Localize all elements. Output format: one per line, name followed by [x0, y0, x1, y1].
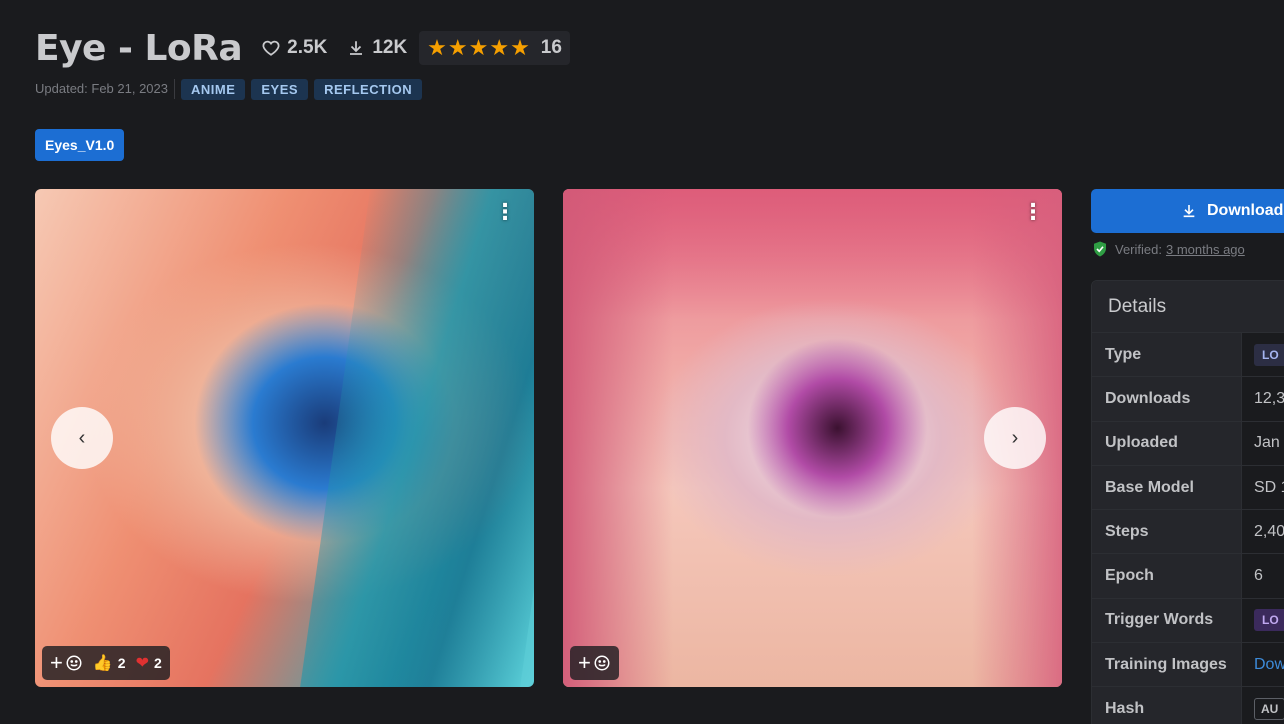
reaction-count: 2	[117, 655, 126, 671]
details-value: 6	[1254, 567, 1263, 585]
chevron-right-icon: ›	[1011, 426, 1019, 449]
details-row-steps: Steps 2,40	[1092, 510, 1284, 555]
details-row-base-model: Base Model SD 1	[1092, 465, 1284, 511]
details-key: Base Model	[1092, 465, 1242, 510]
thumbs-up-icon: 👍	[92, 655, 113, 672]
trigger-word-badge[interactable]: LO	[1254, 609, 1284, 632]
rating-count: 16	[540, 37, 562, 58]
updated-date: Updated: Feb 21, 2023	[35, 79, 175, 99]
shield-check-icon	[1094, 241, 1106, 257]
details-row-trigger-words: Trigger Words LO	[1092, 598, 1284, 644]
downloads-count: 12K	[372, 37, 408, 58]
type-badge: LO	[1254, 343, 1284, 366]
details-row-downloads: Downloads 12,3	[1092, 377, 1284, 422]
details-panel: Details Type LO Downloads 12,3 Uploaded …	[1091, 280, 1284, 724]
details-row-type: Type LO	[1092, 333, 1284, 378]
downloads-stat: 12K	[347, 37, 407, 59]
download-label: Download	[1207, 202, 1284, 219]
heart-icon: ❤	[135, 655, 149, 672]
training-images-link[interactable]: Dow	[1254, 656, 1284, 673]
image-hair-overlay	[563, 189, 673, 687]
previous-image-button[interactable]: ‹	[51, 407, 113, 469]
smiley-icon[interactable]	[593, 654, 611, 672]
details-key: Hash	[1092, 687, 1242, 724]
details-key: Uploaded	[1092, 421, 1242, 465]
heart-icon	[262, 40, 280, 56]
details-title[interactable]: Details	[1092, 281, 1284, 333]
details-key: Steps	[1092, 510, 1242, 554]
details-value: 2,40	[1254, 522, 1284, 540]
verified-status: Verified: 3 months ago	[1091, 240, 1245, 258]
likes-count: 2.5K	[287, 37, 328, 58]
title-row: Eye - LoRa 2.5K 12K ★★★★★ 16	[35, 26, 570, 70]
details-value: AU	[1242, 698, 1284, 721]
download-icon	[350, 41, 363, 55]
download-button[interactable]: Download	[1091, 189, 1284, 233]
details-row-training-images: Training Images Dow	[1092, 643, 1284, 688]
more-menu-icon[interactable]: ⋮	[494, 201, 516, 223]
details-value: SD 1	[1254, 478, 1284, 496]
download-icon	[1183, 205, 1195, 218]
details-row-uploaded: Uploaded Jan	[1092, 421, 1284, 466]
reaction-heart[interactable]: ❤ 2	[136, 653, 162, 673]
tag-anime[interactable]: ANIME	[181, 78, 246, 100]
model-title: Eye - LoRa	[35, 27, 243, 69]
details-value: 12,3	[1254, 389, 1284, 407]
reactions-bar: + 👍 2 ❤ 2	[42, 646, 170, 680]
image-hair-overlay	[298, 189, 534, 687]
details-value: Dow	[1242, 656, 1284, 674]
meta-row: Updated: Feb 21, 2023 ANIME EYES REFLECT…	[35, 78, 423, 100]
reaction-count: 2	[153, 655, 162, 671]
details-key: Epoch	[1092, 554, 1242, 598]
reactions-bar: +	[570, 646, 619, 680]
add-reaction-icon[interactable]: +	[578, 650, 591, 676]
more-menu-icon[interactable]: ⋮	[1022, 201, 1044, 223]
details-key: Training Images	[1092, 643, 1242, 687]
details-row-hash: Hash AU	[1092, 687, 1284, 724]
add-reaction-icon[interactable]: +	[50, 650, 63, 676]
tag-reflection[interactable]: REFLECTION	[314, 78, 423, 100]
details-key: Type	[1092, 333, 1242, 377]
hash-type-badge[interactable]: AU	[1254, 698, 1284, 721]
verified-time-link[interactable]: 3 months ago	[1166, 242, 1245, 257]
reaction-like[interactable]: 👍 2	[93, 653, 126, 673]
details-value: LO	[1242, 343, 1284, 366]
verified-label: Verified:	[1115, 241, 1162, 257]
tag-eyes[interactable]: EYES	[251, 78, 309, 100]
chevron-left-icon: ‹	[78, 426, 86, 449]
details-row-epoch: Epoch 6	[1092, 554, 1284, 599]
rating-stars: ★★★★★	[427, 35, 531, 60]
smiley-icon[interactable]	[65, 654, 83, 672]
likes-stat[interactable]: 2.5K	[262, 37, 327, 59]
details-value: LO	[1242, 609, 1284, 632]
rating-stat[interactable]: ★★★★★ 16	[419, 31, 570, 65]
details-value: Jan	[1254, 434, 1280, 452]
details-key: Trigger Words	[1092, 598, 1242, 643]
version-button[interactable]: Eyes_V1.0	[35, 129, 125, 161]
next-image-button[interactable]: ›	[984, 407, 1046, 469]
gallery-image-card[interactable]: ⋮ › +	[563, 189, 1062, 687]
gallery-image-card[interactable]: ⋮ ‹ + 👍 2 ❤ 2	[35, 189, 534, 687]
details-key: Downloads	[1092, 377, 1242, 421]
